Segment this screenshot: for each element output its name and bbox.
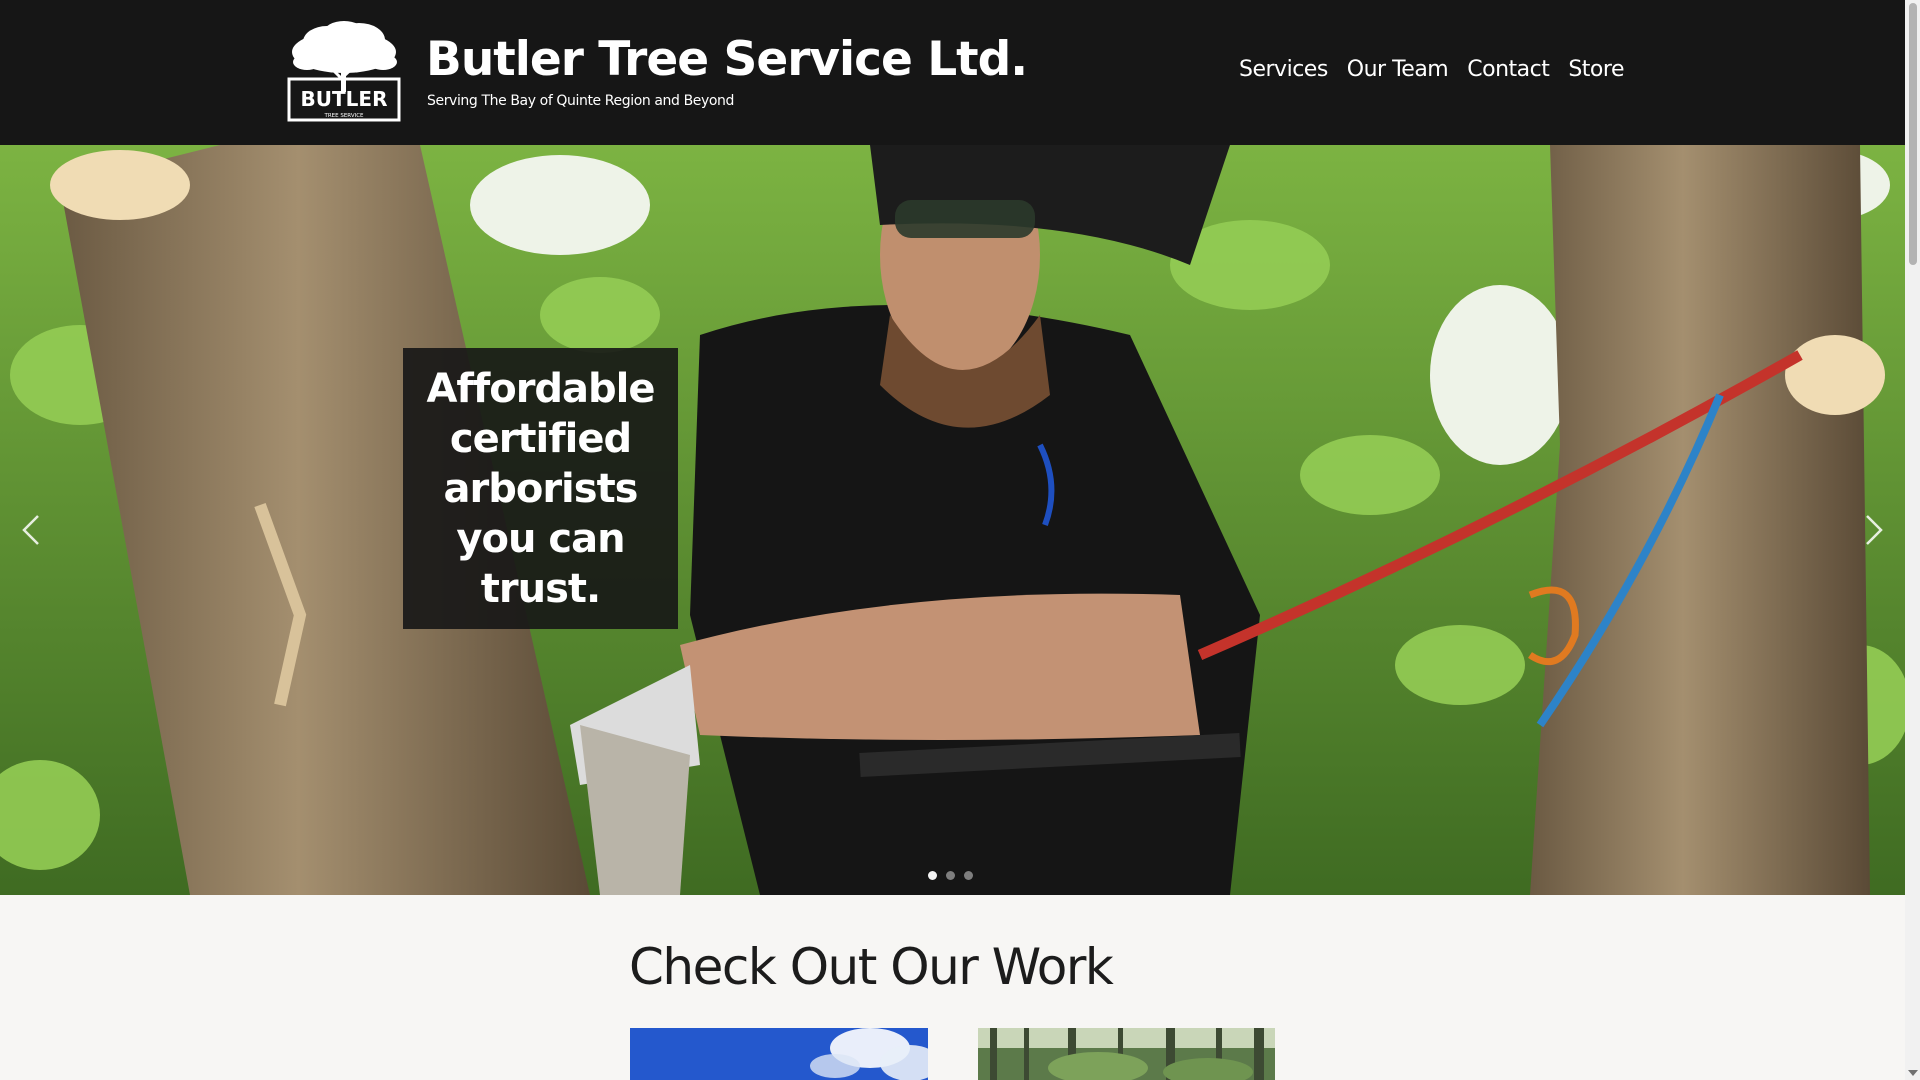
site-tagline: Serving The Bay of Quinte Region and Bey…: [427, 93, 734, 109]
nav-item-store[interactable]: Store: [1568, 57, 1624, 82]
hero-photo-arborist: [0, 145, 1905, 895]
hero-caption: Affordable certified arborists you can t…: [403, 348, 678, 629]
slide-dot-1[interactable]: [928, 871, 937, 880]
nav-item-our-team[interactable]: Our Team: [1347, 57, 1449, 82]
vertical-scrollbar[interactable]: [1905, 0, 1920, 1080]
hero-slider: Affordable certified arborists you can t…: [0, 145, 1905, 895]
site-title[interactable]: Butler Tree Service Ltd.: [426, 32, 1028, 87]
slide-dot-2[interactable]: [946, 871, 955, 880]
work-section-title: Check Out Our Work: [629, 938, 1114, 996]
scroll-down-arrow-icon[interactable]: [1908, 1070, 1918, 1076]
prev-slide-arrow-icon[interactable]: [12, 500, 52, 560]
page: BUTLER TREE SERVICE Butler Tree Service …: [0, 0, 1905, 1080]
logo-word: BUTLER: [301, 87, 388, 111]
work-thumbnail-2[interactable]: [978, 1028, 1275, 1080]
hero-caption-text: Affordable certified arborists you can t…: [426, 365, 655, 612]
nav-item-contact[interactable]: Contact: [1467, 57, 1550, 82]
scrollbar-thumb[interactable]: [1909, 3, 1917, 265]
butler-logo[interactable]: BUTLER TREE SERVICE: [287, 20, 401, 123]
slide-dot-3[interactable]: [964, 871, 973, 880]
tree-icon: [292, 21, 397, 92]
work-thumbnail-1[interactable]: [630, 1028, 928, 1080]
logo-subtext: TREE SERVICE: [323, 113, 364, 119]
site-header: BUTLER TREE SERVICE Butler Tree Service …: [0, 0, 1905, 145]
next-slide-arrow-icon[interactable]: [1853, 500, 1893, 560]
slide-indicators: [928, 871, 973, 880]
nav-item-services[interactable]: Services: [1239, 57, 1328, 82]
main-nav: Services Our Team Contact Store: [1239, 57, 1624, 82]
